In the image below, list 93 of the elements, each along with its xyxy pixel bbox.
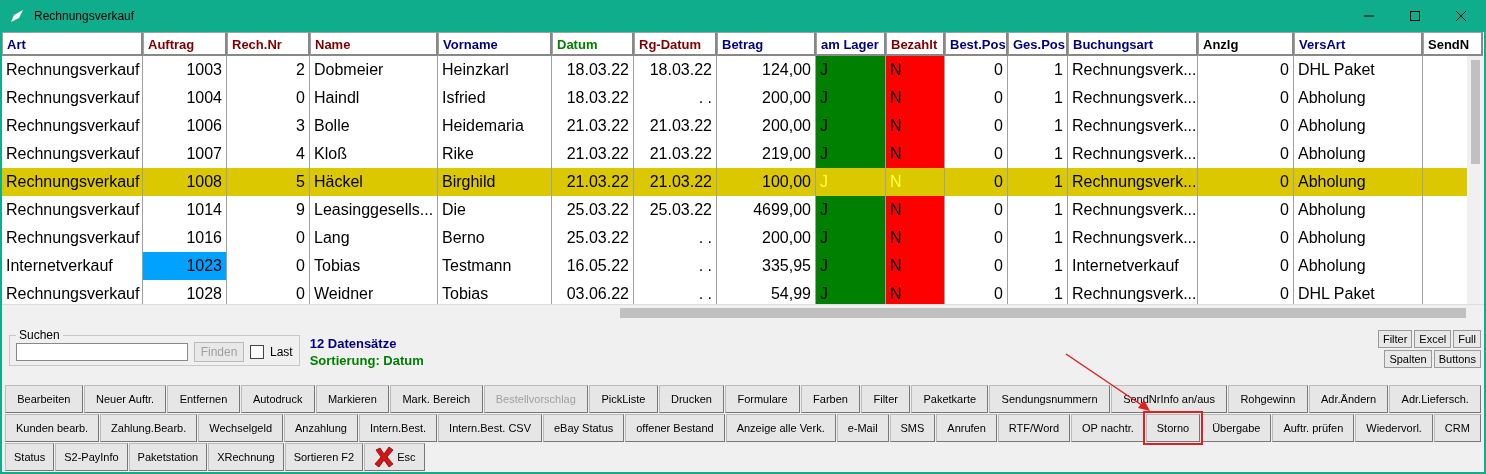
table-cell: N <box>886 280 945 304</box>
action-button[interactable]: Sortieren F2 <box>284 443 364 471</box>
column-header[interactable]: Anzlg <box>1198 32 1294 56</box>
column-header[interactable]: Betrag <box>717 32 816 56</box>
column-header[interactable]: Vorname <box>438 32 552 56</box>
action-button[interactable]: Formulare <box>725 385 800 413</box>
action-button[interactable]: eBay Status <box>543 414 625 442</box>
action-button[interactable]: S2-PayInfo <box>55 443 128 471</box>
action-button[interactable]: Mark. Bereich <box>390 385 483 413</box>
action-button[interactable]: Rohgewinn <box>1228 385 1308 413</box>
action-button[interactable]: RTF/Word <box>997 414 1071 442</box>
view-button[interactable]: Spalten <box>1384 350 1432 368</box>
action-button[interactable]: Paketstation <box>128 443 208 471</box>
column-header[interactable]: Art <box>2 32 143 56</box>
table-cell: N <box>886 56 945 84</box>
table-cell: N <box>886 140 945 168</box>
action-button[interactable]: Anrufen <box>936 414 997 442</box>
action-button[interactable]: PickListe <box>589 385 658 413</box>
search-legend: Suchen <box>16 328 63 342</box>
view-button[interactable]: Excel <box>1414 330 1452 348</box>
action-button[interactable]: SMS <box>889 414 936 442</box>
action-button[interactable]: Zahlung.Bearb. <box>100 414 198 442</box>
action-button[interactable]: Kunden bearb. <box>5 414 100 442</box>
view-button[interactable]: Buttons <box>1433 350 1481 368</box>
table-cell: N <box>886 196 945 224</box>
search-field[interactable] <box>16 342 188 361</box>
table-cell: J <box>816 56 886 84</box>
action-button[interactable]: Entfernen <box>167 385 240 413</box>
last-checkbox[interactable] <box>250 344 264 359</box>
column-header[interactable]: VersArt <box>1294 32 1423 56</box>
action-button[interactable]: Drucken <box>658 385 725 413</box>
action-button[interactable]: Auftr. prüfen <box>1272 414 1355 442</box>
action-button[interactable]: Adr.Ändern <box>1308 385 1389 413</box>
table-cell: J <box>816 280 886 304</box>
column-header[interactable]: Best.Pos <box>945 32 1008 56</box>
column-header[interactable]: Buchungsart <box>1068 32 1198 56</box>
action-button[interactable]: Markieren <box>315 385 390 413</box>
horizontal-scrollbar[interactable] <box>2 304 1484 320</box>
action-button[interactable]: offener Bestand <box>625 414 725 442</box>
column-header[interactable]: am Lager <box>816 32 886 56</box>
action-button[interactable]: Anzahlung <box>284 414 358 442</box>
action-button[interactable]: Esc <box>364 443 425 471</box>
action-button[interactable]: Paketkarte <box>911 385 989 413</box>
table-cell: N <box>886 112 945 140</box>
action-button[interactable]: Adr.Liefersch. <box>1389 385 1482 413</box>
window-title: Rechnungsverkauf <box>34 9 135 23</box>
action-button[interactable]: Status <box>5 443 55 471</box>
table-cell: N <box>886 224 945 252</box>
close-icon[interactable] <box>1456 11 1466 21</box>
action-button[interactable]: Anzeige alle Verk. <box>725 414 836 442</box>
action-button[interactable]: Neuer Auftr. <box>83 385 167 413</box>
maximize-icon[interactable] <box>1410 11 1420 21</box>
action-button[interactable]: Sendungsnummern <box>989 385 1110 413</box>
action-button[interactable]: Filter <box>861 385 911 413</box>
table-cell: J <box>816 112 886 140</box>
action-button[interactable]: Storno <box>1145 414 1201 442</box>
record-count: 12 Datensätze <box>309 336 398 351</box>
sort-info: Sortierung: Datum <box>309 353 424 368</box>
app-icon <box>10 9 24 23</box>
action-button[interactable]: OP nachtr. <box>1071 414 1145 442</box>
action-button[interactable]: Wechselgeld <box>198 414 283 442</box>
table-cell: J <box>816 84 886 112</box>
action-button[interactable]: e-Mail <box>836 414 889 442</box>
table-cell: 1023 <box>143 252 227 280</box>
action-button[interactable]: Übergabe <box>1201 414 1272 442</box>
action-button[interactable]: Wiedervorl. <box>1355 414 1433 442</box>
table-row[interactable]: Rechnungsverkauf 1008 5 Häckel Birghild 21.03.22 21.03.22 100,00 J N 0 1 Rechnungsverk... 0 Abholung <box>2 168 1467 196</box>
action-button[interactable]: Autodruck <box>240 385 315 413</box>
table-cell: N <box>886 84 945 112</box>
action-button[interactable]: Intern.Best. CSV <box>438 414 542 442</box>
table-cell: J <box>816 224 886 252</box>
column-header[interactable]: Rech.Nr <box>227 32 310 56</box>
column-header[interactable]: SendN <box>1423 32 1483 56</box>
column-header[interactable]: Bezahlt <box>886 32 945 56</box>
table-cell: J <box>816 140 886 168</box>
view-button[interactable]: Full <box>1453 330 1481 348</box>
column-header[interactable]: Datum <box>552 32 634 56</box>
table-cell: N <box>886 252 945 280</box>
last-label: Last <box>270 344 293 359</box>
column-header[interactable]: Ges.Pos <box>1008 32 1068 56</box>
view-button[interactable]: Filter <box>1377 330 1413 348</box>
action-button[interactable]: XRechnung <box>208 443 284 471</box>
vertical-scrollbar[interactable] <box>1467 56 1484 304</box>
table-cell: J <box>816 252 886 280</box>
column-header[interactable]: Rg-Datum <box>634 32 717 56</box>
cross-icon <box>373 446 396 468</box>
column-header[interactable]: Name <box>310 32 438 56</box>
action-button[interactable]: Farben <box>800 385 861 413</box>
action-button[interactable]: Intern.Best. <box>358 414 438 442</box>
action-button[interactable]: Bearbeiten <box>5 385 83 413</box>
column-header[interactable]: Auftrag <box>143 32 227 56</box>
action-button[interactable]: CRM <box>1433 414 1481 442</box>
table-cell: J <box>816 196 886 224</box>
